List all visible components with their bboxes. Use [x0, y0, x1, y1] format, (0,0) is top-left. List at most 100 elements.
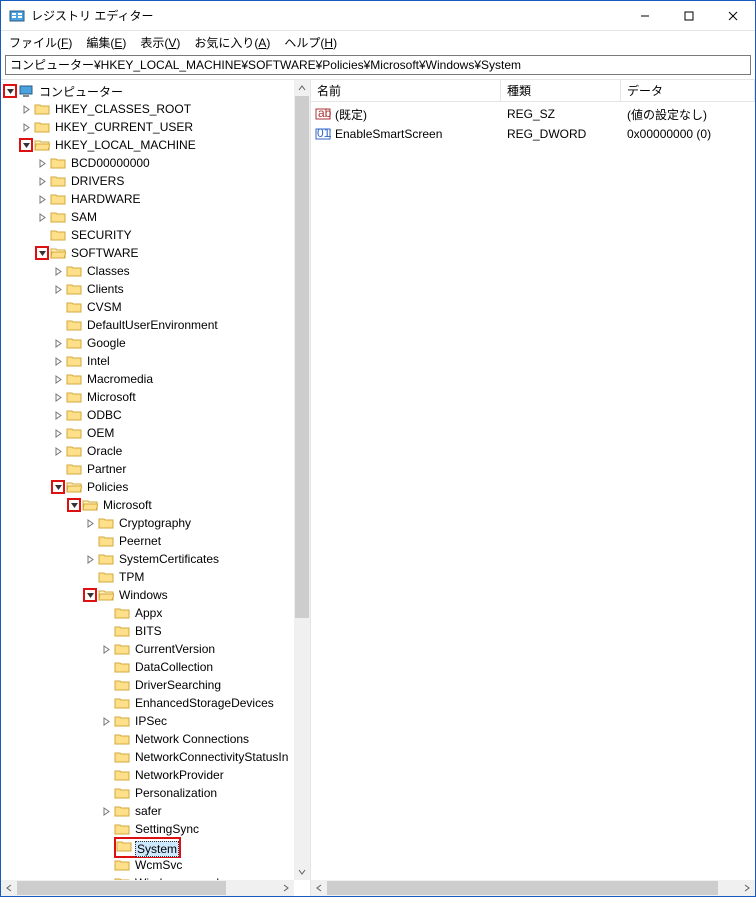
scroll-right-icon[interactable] — [278, 880, 294, 896]
tree-vertical-scrollbar[interactable] — [294, 80, 310, 880]
chevron-right-icon[interactable] — [35, 156, 49, 170]
tree-node[interactable]: Microsoft — [3, 496, 294, 514]
chevron-down-icon[interactable] — [67, 498, 81, 512]
close-button[interactable] — [711, 1, 755, 31]
tree-node-label: DRIVERS — [69, 174, 126, 188]
chevron-right-icon[interactable] — [83, 516, 97, 530]
tree-node[interactable]: Personalization — [3, 784, 294, 802]
tree-node[interactable]: Network Connections — [3, 730, 294, 748]
chevron-right-icon[interactable] — [35, 192, 49, 206]
chevron-down-icon[interactable] — [83, 588, 97, 602]
chevron-right-icon[interactable] — [35, 210, 49, 224]
chevron-right-icon[interactable] — [51, 354, 65, 368]
chevron-right-icon[interactable] — [99, 714, 113, 728]
chevron-down-icon[interactable] — [35, 246, 49, 260]
tree-node[interactable]: OEM — [3, 424, 294, 442]
tree-node[interactable]: IPSec — [3, 712, 294, 730]
chevron-right-icon[interactable] — [19, 120, 33, 134]
tree-node[interactable]: BCD00000000 — [3, 154, 294, 172]
tree-node[interactable]: ODBC — [3, 406, 294, 424]
scroll-left-icon[interactable] — [1, 880, 17, 896]
tree-node[interactable]: Appx — [3, 604, 294, 622]
tree-node[interactable]: SystemCertificates — [3, 550, 294, 568]
maximize-button[interactable] — [667, 1, 711, 31]
menu-view[interactable]: 表示(V) — [140, 34, 180, 51]
registry-tree[interactable]: コンピューターHKEY_CLASSES_ROOTHKEY_CURRENT_USE… — [1, 80, 294, 880]
value-row[interactable]: 011EnableSmartScreenREG_DWORD0x00000000 … — [311, 124, 755, 144]
chevron-right-icon[interactable] — [51, 264, 65, 278]
tree-node[interactable]: System — [3, 838, 294, 856]
tree-node[interactable]: Oracle — [3, 442, 294, 460]
tree-node[interactable]: Google — [3, 334, 294, 352]
tree-node[interactable]: HKEY_CURRENT_USER — [3, 118, 294, 136]
tree-node[interactable]: Macromedia — [3, 370, 294, 388]
chevron-right-icon[interactable] — [51, 372, 65, 386]
tree-node[interactable]: HARDWARE — [3, 190, 294, 208]
tree-node[interactable]: Cryptography — [3, 514, 294, 532]
tree-node[interactable]: Peernet — [3, 532, 294, 550]
chevron-right-icon[interactable] — [51, 282, 65, 296]
chevron-right-icon[interactable] — [83, 552, 97, 566]
menu-help[interactable]: ヘルプ(H) — [284, 34, 337, 51]
tree-node-label: Cryptography — [117, 516, 193, 530]
tree-node[interactable]: DriverSearching — [3, 676, 294, 694]
address-bar[interactable]: コンピューター¥HKEY_LOCAL_MACHINE¥SOFTWARE¥Poli… — [5, 55, 751, 75]
menu-favorites[interactable]: お気に入り(A) — [194, 34, 270, 51]
tree-node[interactable]: SECURITY — [3, 226, 294, 244]
tree-node[interactable]: DRIVERS — [3, 172, 294, 190]
chevron-right-icon[interactable] — [51, 444, 65, 458]
chevron-right-icon[interactable] — [51, 426, 65, 440]
chevron-right-icon[interactable] — [35, 174, 49, 188]
tree-node[interactable]: Intel — [3, 352, 294, 370]
tree-node[interactable]: EnhancedStorageDevices — [3, 694, 294, 712]
chevron-down-icon[interactable] — [51, 480, 65, 494]
tree-node[interactable]: safer — [3, 802, 294, 820]
tree-node[interactable]: Clients — [3, 280, 294, 298]
tree-node-label: DriverSearching — [133, 678, 223, 692]
tree-node[interactable]: BITS — [3, 622, 294, 640]
value-list[interactable]: ab(既定)REG_SZ(値の設定なし)011EnableSmartScreen… — [311, 102, 755, 144]
tree-node[interactable]: CVSM — [3, 298, 294, 316]
scroll-right-icon[interactable] — [739, 880, 755, 896]
tree-node[interactable]: SOFTWARE — [3, 244, 294, 262]
tree-node[interactable]: コンピューター — [3, 82, 294, 100]
tree-node[interactable]: Classes — [3, 262, 294, 280]
tree-node[interactable]: NetworkConnectivityStatusIn — [3, 748, 294, 766]
value-horizontal-scrollbar[interactable] — [311, 880, 755, 896]
chevron-down-icon[interactable] — [3, 84, 17, 98]
tree-node[interactable]: Partner — [3, 460, 294, 478]
column-data[interactable]: データ — [621, 80, 755, 101]
minimize-button[interactable] — [623, 1, 667, 31]
chevron-right-icon[interactable] — [99, 804, 113, 818]
scroll-down-icon[interactable] — [294, 864, 310, 880]
menubar: ファイル(F) 編集(E) 表示(V) お気に入り(A) ヘルプ(H) — [1, 31, 755, 53]
chevron-right-icon[interactable] — [51, 390, 65, 404]
tree-horizontal-scrollbar[interactable] — [1, 880, 294, 896]
tree-node[interactable]: DefaultUserEnvironment — [3, 316, 294, 334]
scroll-up-icon[interactable] — [294, 80, 310, 96]
chevron-right-icon[interactable] — [51, 336, 65, 350]
tree-node[interactable]: Windows — [3, 586, 294, 604]
tree-node[interactable]: WcmSvc — [3, 856, 294, 874]
tree-node[interactable]: Policies — [3, 478, 294, 496]
tree-node[interactable]: SAM — [3, 208, 294, 226]
tree-node[interactable]: HKEY_LOCAL_MACHINE — [3, 136, 294, 154]
tree-node[interactable]: HKEY_CLASSES_ROOT — [3, 100, 294, 118]
chevron-right-icon[interactable] — [99, 642, 113, 656]
tree-node[interactable]: NetworkProvider — [3, 766, 294, 784]
chevron-down-icon[interactable] — [19, 138, 33, 152]
column-type[interactable]: 種類 — [501, 80, 621, 101]
chevron-right-icon[interactable] — [51, 408, 65, 422]
value-list-header[interactable]: 名前 種類 データ — [311, 80, 755, 102]
chevron-right-icon[interactable] — [19, 102, 33, 116]
tree-node[interactable]: CurrentVersion — [3, 640, 294, 658]
tree-node[interactable]: DataCollection — [3, 658, 294, 676]
menu-file[interactable]: ファイル(F) — [9, 34, 72, 51]
column-name[interactable]: 名前 — [311, 80, 501, 101]
tree-node[interactable]: SettingSync — [3, 820, 294, 838]
tree-node[interactable]: Microsoft — [3, 388, 294, 406]
value-row[interactable]: ab(既定)REG_SZ(値の設定なし) — [311, 104, 755, 124]
menu-edit[interactable]: 編集(E) — [86, 34, 126, 51]
scroll-left-icon[interactable] — [311, 880, 327, 896]
tree-node[interactable]: TPM — [3, 568, 294, 586]
